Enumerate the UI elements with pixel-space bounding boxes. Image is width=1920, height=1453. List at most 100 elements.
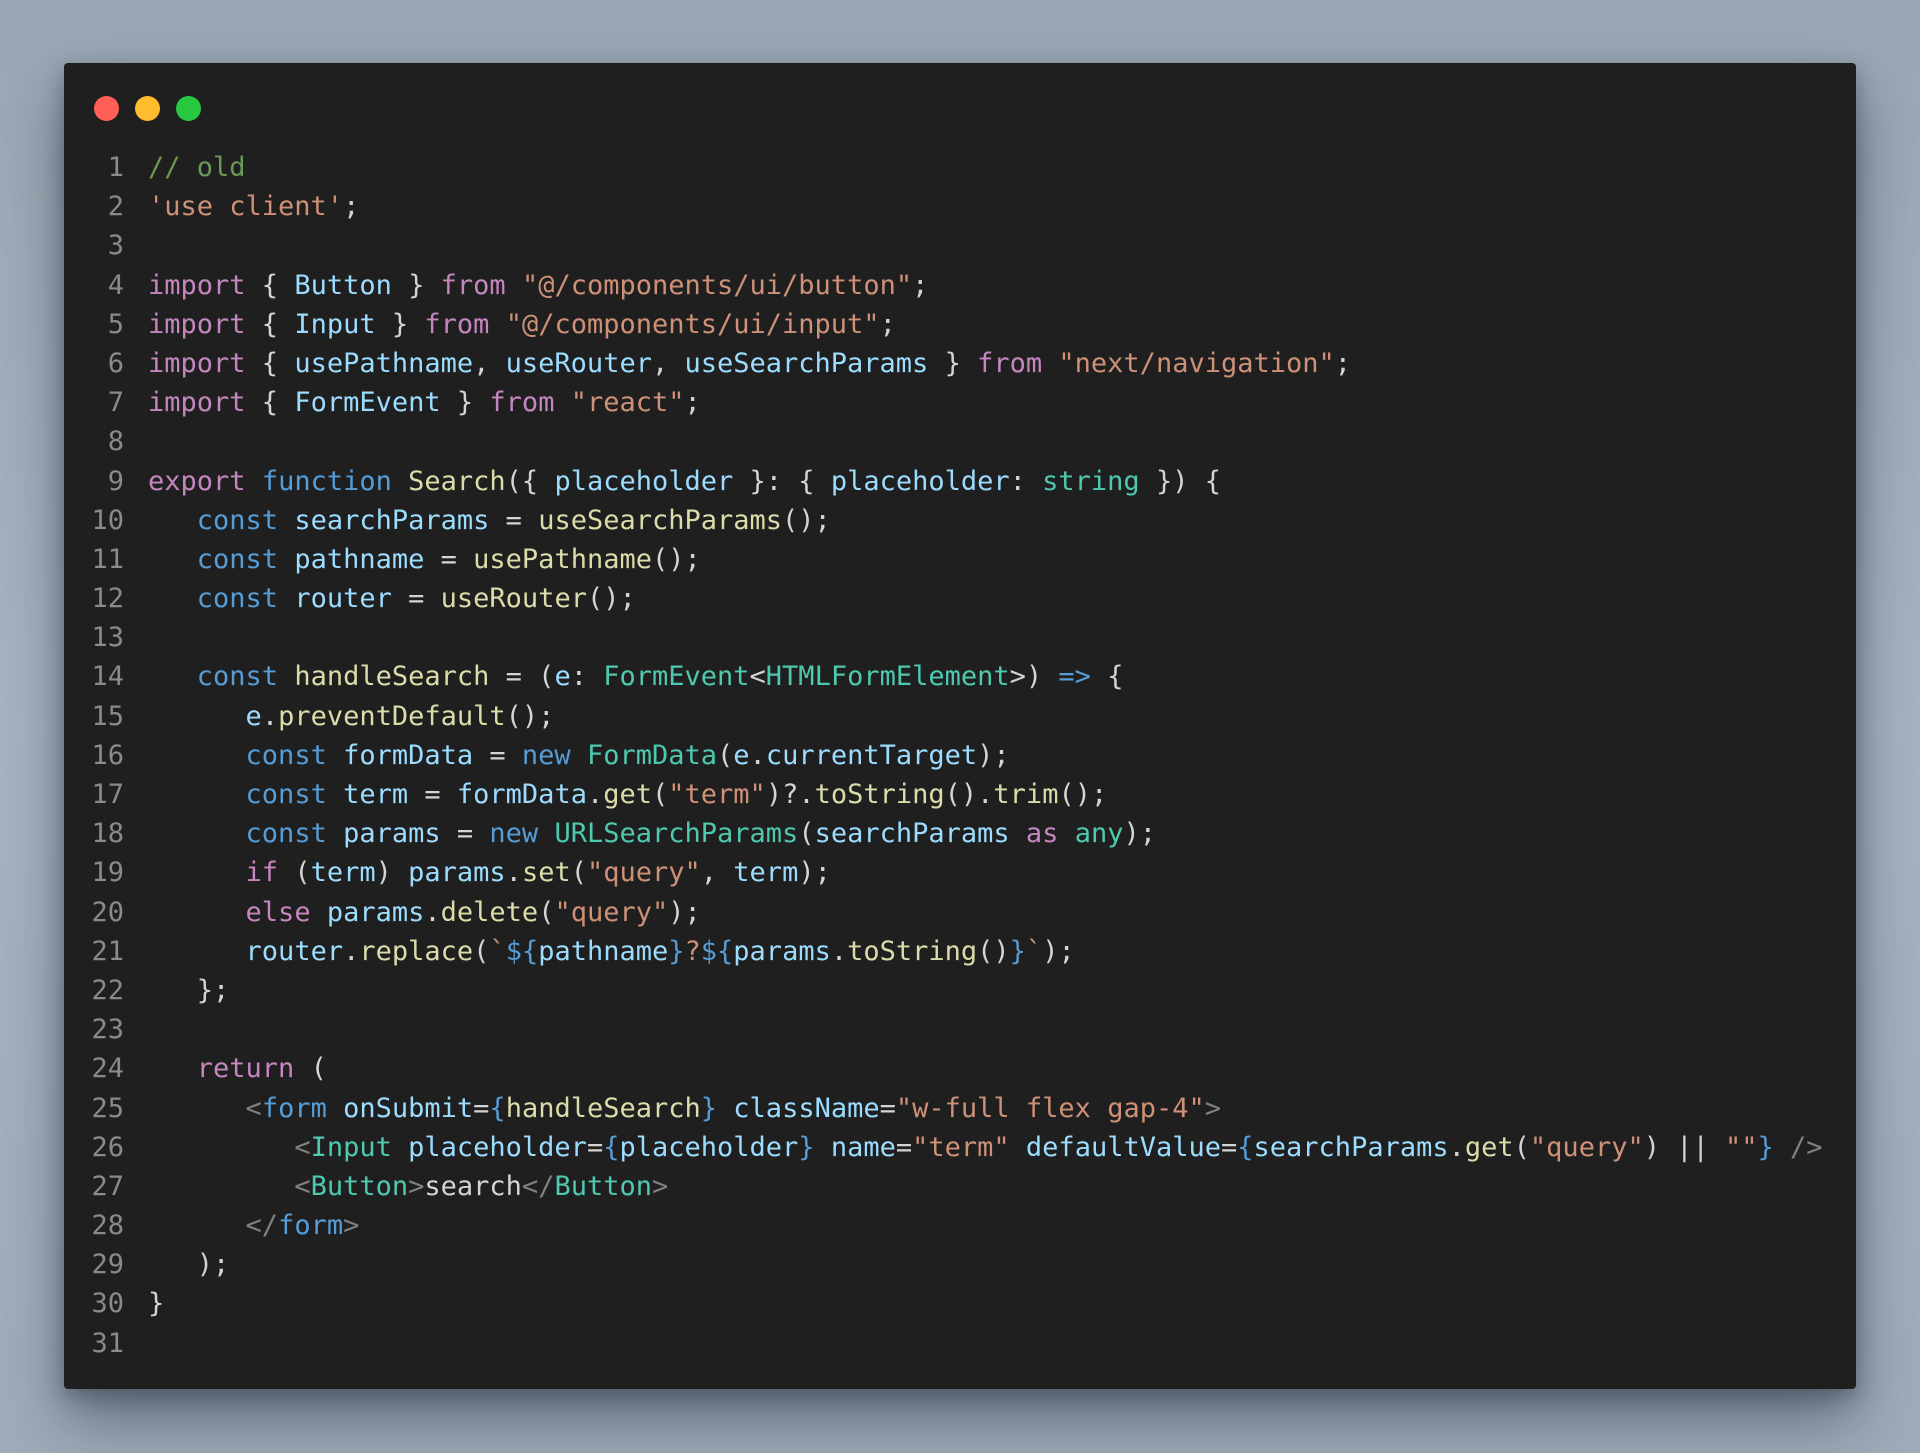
code-line: 2 'use client'; [64, 187, 1856, 226]
code-line: 19 if (term) params.set("query", term); [64, 853, 1856, 892]
code-token: Button [294, 269, 392, 301]
code-text: } [148, 1284, 164, 1323]
code-line: 20 else params.delete("query"); [64, 893, 1856, 932]
code-line: 23 [64, 1010, 1856, 1049]
code-token: "query" [1529, 1131, 1644, 1163]
line-number: 25 [91, 1092, 124, 1124]
code-token: term [733, 857, 799, 889]
code-token: { [603, 1131, 620, 1163]
code-token: { [1237, 1131, 1254, 1163]
code-token: : [570, 661, 604, 693]
code-token: = [473, 1092, 490, 1124]
line-number: 31 [91, 1327, 124, 1359]
code-token: replace [359, 935, 474, 967]
code-token: ) [375, 857, 409, 889]
code-token: params [733, 935, 831, 967]
code-token: set [521, 857, 571, 889]
line-number: 5 [107, 308, 124, 340]
code-token: ( [1513, 1131, 1530, 1163]
code-token: "react" [570, 387, 685, 419]
code-line: 11 const pathname = usePathname(); [64, 540, 1856, 579]
code-token: form [261, 1092, 327, 1124]
code-token: < [245, 1092, 262, 1124]
code-token: const [245, 818, 327, 850]
code-token: . [505, 857, 522, 889]
code-token: 'use client' [148, 191, 344, 223]
code-token: (); [782, 504, 831, 536]
code-token: (); [651, 543, 701, 575]
code-token: = ( [489, 661, 555, 693]
code-token: ( [278, 857, 311, 889]
line-number: 9 [107, 465, 124, 497]
code-token: >) [1009, 661, 1059, 693]
code-line: 9 export function Search({ placeholder }:… [64, 462, 1856, 501]
code-line: 30} [64, 1284, 1856, 1323]
line-number: 17 [91, 779, 124, 810]
code-token: router [294, 583, 392, 615]
code-token: , [473, 347, 506, 379]
code-token: form [278, 1210, 344, 1242]
code-token: ( [294, 1053, 327, 1085]
code-token: = [424, 543, 474, 575]
code-text: const searchParams = useSearchParams(); [148, 501, 831, 540]
code-token: const [196, 543, 279, 575]
code-token: = [473, 739, 522, 771]
code-token: toString [814, 779, 945, 810]
code-token: e [733, 739, 750, 771]
code-token: () [977, 935, 1010, 967]
minimize-window-button[interactable] [135, 96, 160, 121]
code-token: "" [1725, 1131, 1758, 1163]
close-window-button[interactable] [94, 96, 119, 121]
code-token: className [733, 1092, 880, 1124]
code-token: const [196, 504, 279, 536]
line-number: 12 [91, 583, 124, 615]
code-token: from [440, 269, 506, 301]
code-token: ` [1025, 935, 1043, 967]
code-token: }) { [1139, 465, 1221, 497]
code-token: , [700, 857, 734, 889]
code-text: <form onSubmit={handleSearch} className=… [148, 1089, 1221, 1128]
line-number: 8 [107, 426, 124, 458]
code-token: searchParams [814, 818, 1010, 850]
code-window: 1 // old 2 'use client'; 3 4 import { Button }… [64, 63, 1856, 1389]
code-token: ); [148, 1249, 230, 1281]
code-line: 1 // old [64, 148, 1856, 187]
code-text: import { usePathname, useRouter, useSear… [148, 344, 1351, 383]
code-token: search [424, 1170, 522, 1202]
code-token: delete [440, 896, 539, 928]
code-text: else params.delete("query"); [148, 893, 701, 932]
code-text: const params = new URLSearchParams(searc… [148, 814, 1156, 853]
line-number: 6 [107, 347, 124, 379]
line-number: 24 [91, 1053, 124, 1085]
line-number: 7 [107, 387, 124, 419]
code-line: 25 <form onSubmit={handleSearch} classNa… [64, 1089, 1856, 1128]
code-token: } [1757, 1131, 1774, 1163]
code-line: 16 const formData = new FormData(e.curre… [64, 736, 1856, 775]
zoom-window-button[interactable] [176, 96, 201, 121]
code-token: ? [684, 935, 701, 967]
code-line: 24 return ( [64, 1049, 1856, 1088]
code-token: => [1058, 661, 1091, 693]
code-text: e.preventDefault(); [148, 697, 555, 736]
code-line: 28 </form> [64, 1206, 1856, 1245]
code-editor[interactable]: 1 // old 2 'use client'; 3 4 import { Button }… [64, 148, 1856, 1363]
code-token: from [489, 387, 555, 419]
code-token: formData [343, 739, 474, 771]
line-number: 3 [107, 230, 124, 262]
code-token: HTMLFormElement [765, 661, 1010, 693]
code-token: Search [408, 465, 506, 497]
